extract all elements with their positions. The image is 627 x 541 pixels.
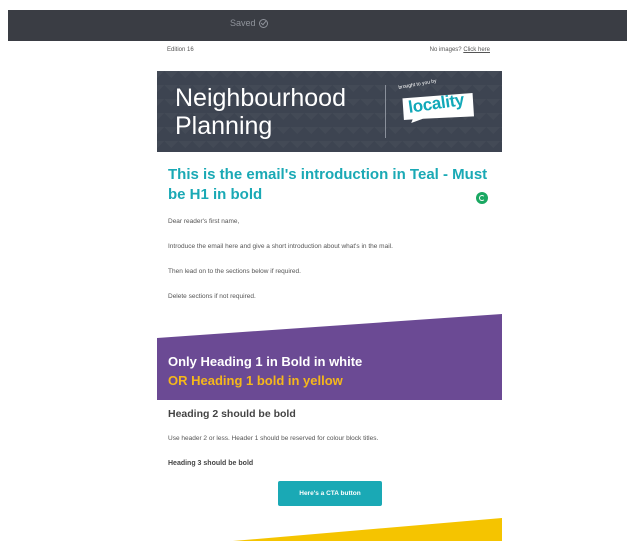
cta-button[interactable]: Here's a CTA button xyxy=(278,481,382,506)
brought-to-you-by: brought to you by xyxy=(398,78,438,91)
purple-heading-yellow: OR Heading 1 bold in yellow xyxy=(168,373,343,388)
banner-title: Neighbourhood Planning xyxy=(175,84,346,140)
save-status-label: Saved xyxy=(230,18,256,28)
save-status: Saved xyxy=(230,18,268,28)
banner-divider xyxy=(385,85,386,138)
intro-paragraph-3: Delete sections if not required. xyxy=(168,293,256,300)
body-text: Use header 2 or less. Header 1 should be… xyxy=(168,435,379,442)
heading-2: Heading 2 should be bold xyxy=(168,408,296,420)
purple-slant xyxy=(157,314,502,344)
banner-title-line2: Planning xyxy=(175,112,273,140)
email-preview: Edition 16 No images? Click here Neighbo… xyxy=(157,41,502,541)
yellow-slant xyxy=(232,518,502,541)
grammarly-icon[interactable] xyxy=(476,192,488,204)
edition-label: Edition 16 xyxy=(167,47,194,53)
no-images-notice: No images? Click here xyxy=(430,47,490,53)
greeting-text: Dear reader's first name, xyxy=(168,218,240,225)
purple-colour-block: Only Heading 1 in Bold in white OR Headi… xyxy=(157,344,502,400)
heading-3: Heading 3 should be bold xyxy=(168,460,254,467)
banner-title-line1: Neighbourhood xyxy=(175,84,346,112)
intro-heading: This is the email's introduction in Teal… xyxy=(168,166,488,203)
intro-paragraph-1: Introduce the email here and give a shor… xyxy=(168,243,393,250)
click-here-link[interactable]: Click here xyxy=(463,47,490,53)
editor-toolbar: Saved xyxy=(8,10,627,41)
intro-paragraph-2: Then lead on to the sections below if re… xyxy=(168,268,301,275)
purple-heading-white: Only Heading 1 in Bold in white xyxy=(168,354,363,369)
preheader: Edition 16 No images? Click here xyxy=(157,47,502,59)
check-circle-icon xyxy=(258,18,268,28)
no-images-text: No images? xyxy=(429,47,462,53)
header-banner: Neighbourhood Planning brought to you by… xyxy=(157,71,502,152)
